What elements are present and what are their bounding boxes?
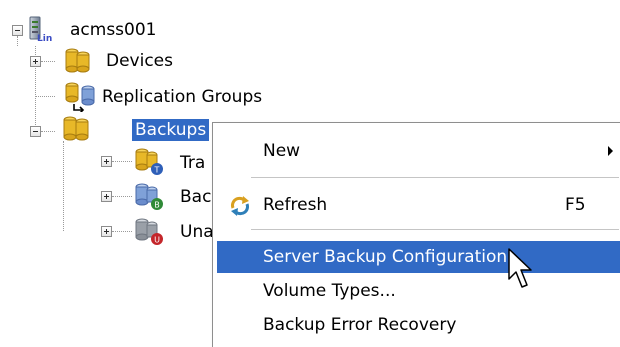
tree-connector bbox=[41, 131, 55, 132]
server-backups-icon: B bbox=[133, 182, 167, 212]
menu-item-label: Backup Error Recovery bbox=[263, 315, 457, 335]
tree-node-bac[interactable]: Bac bbox=[180, 186, 211, 208]
transfer-backups-icon: T bbox=[133, 147, 167, 177]
expand-bac-button[interactable] bbox=[101, 191, 112, 202]
menu-separator bbox=[251, 229, 619, 230]
tree-connector bbox=[112, 161, 132, 162]
svg-text:B: B bbox=[154, 201, 160, 210]
svg-text:U: U bbox=[154, 236, 160, 245]
application-window: Lin acmss001 Devices Replication Groups … bbox=[0, 0, 620, 347]
devices-folder-icon bbox=[63, 47, 93, 75]
shortcut-label: F5 bbox=[565, 195, 586, 215]
tree-node-backups[interactable]: Backups bbox=[132, 119, 210, 141]
expand-una-button[interactable] bbox=[101, 226, 112, 237]
tree-connector bbox=[35, 96, 55, 97]
menu-item-server-backup-configuration[interactable]: Server Backup Configuration... bbox=[217, 241, 620, 273]
menu-item-label: Volume Types... bbox=[263, 281, 396, 301]
linux-badge: Lin bbox=[37, 34, 53, 44]
menu-item-new[interactable]: New bbox=[217, 135, 620, 167]
tree-connector bbox=[63, 141, 64, 231]
submenu-arrow-icon bbox=[608, 146, 613, 156]
menu-item-label: New bbox=[263, 141, 301, 161]
backups-folder-icon bbox=[60, 114, 94, 144]
expand-devices-button[interactable] bbox=[30, 56, 41, 67]
tree-node-una[interactable]: Una bbox=[180, 221, 214, 243]
svg-text:T: T bbox=[154, 166, 160, 175]
tree-connector bbox=[112, 196, 132, 197]
menu-item-label: Server Backup Configuration... bbox=[263, 247, 524, 267]
collapse-backups-button[interactable] bbox=[30, 126, 41, 137]
menu-item-refresh[interactable]: Refresh F5 bbox=[217, 189, 620, 221]
tree-node-replication-groups[interactable]: Replication Groups bbox=[102, 86, 262, 108]
tree-node-devices[interactable]: Devices bbox=[106, 50, 173, 72]
tree-connector bbox=[17, 36, 18, 46]
tree-node-acmss001[interactable]: acmss001 bbox=[70, 19, 157, 41]
refresh-icon bbox=[229, 195, 251, 227]
menu-item-label: Refresh bbox=[263, 195, 328, 215]
tree-connector bbox=[112, 231, 132, 232]
expand-tra-button[interactable] bbox=[101, 156, 112, 167]
menu-item-volume-types[interactable]: Volume Types... bbox=[217, 275, 620, 307]
tree-node-tra[interactable]: Tra bbox=[180, 152, 205, 174]
context-menu: New Refresh F5 Server Backup Configurati… bbox=[212, 122, 620, 347]
menu-separator bbox=[251, 177, 619, 178]
collapse-root-button[interactable] bbox=[12, 25, 23, 36]
tree-connector bbox=[41, 61, 55, 62]
replication-groups-icon bbox=[60, 80, 100, 112]
menu-item-backup-error-recovery[interactable]: Backup Error Recovery bbox=[217, 309, 620, 341]
mouse-pointer-icon bbox=[507, 247, 537, 295]
unassigned-backups-icon: U bbox=[133, 217, 167, 247]
